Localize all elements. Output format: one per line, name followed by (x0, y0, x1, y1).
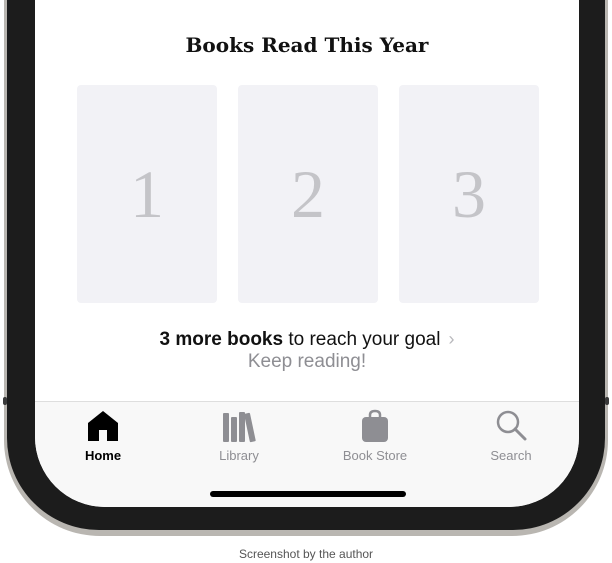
reading-goal-link[interactable]: 3 more books to reach your goal › (35, 329, 579, 351)
tab-search[interactable]: Search (451, 408, 571, 463)
goal-subtext: Keep reading! (247, 351, 367, 372)
tab-home-label: Home (84, 448, 122, 463)
shopping-bag-icon (362, 409, 388, 442)
tab-library-label: Library (219, 448, 259, 463)
chevron-right-icon: › (448, 329, 455, 349)
home-icon (88, 411, 118, 441)
side-button-right (605, 397, 609, 405)
tab-library[interactable]: Library (179, 408, 299, 463)
search-icon (496, 410, 527, 441)
goal-rest-text: to reach your goal (283, 329, 441, 350)
section-title: Books Read This Year (185, 33, 429, 57)
phone-screen: Books Read This Year 1 2 3 3 more books … (35, 0, 579, 507)
home-indicator[interactable] (210, 491, 406, 497)
stage: Books Read This Year 1 2 3 3 more books … (0, 0, 612, 563)
book-slot-3[interactable]: 3 (399, 85, 539, 303)
library-icon (223, 412, 256, 443)
tab-book-store-label: Book Store (342, 448, 408, 463)
tab-search-label: Search (490, 448, 532, 463)
goal-count: 3 more books (159, 329, 284, 350)
side-button-left (3, 397, 7, 405)
book-slot-1[interactable]: 1 (77, 85, 217, 303)
tab-book-store[interactable]: Book Store (315, 408, 435, 463)
book-slot-2[interactable]: 2 (238, 85, 378, 303)
tab-home[interactable]: Home (43, 408, 163, 463)
image-caption: Screenshot by the author (238, 547, 374, 561)
